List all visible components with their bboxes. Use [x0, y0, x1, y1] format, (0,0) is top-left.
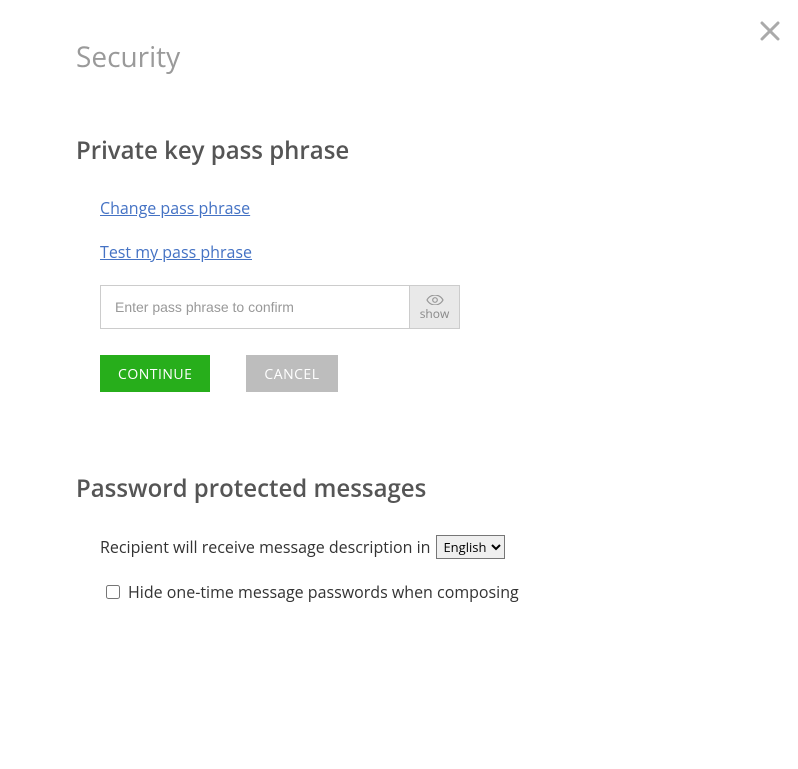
- cancel-button[interactable]: CANCEL: [246, 355, 337, 392]
- hide-passwords-checkbox[interactable]: [106, 585, 120, 599]
- language-label: Recipient will receive message descripti…: [100, 536, 430, 558]
- continue-button[interactable]: CONTINUE: [100, 355, 210, 392]
- page-title: Security: [76, 38, 705, 76]
- section-heading-passphrase: Private key pass phrase: [76, 134, 705, 167]
- close-icon[interactable]: [760, 18, 780, 44]
- section-heading-pwd-protected: Password protected messages: [76, 472, 705, 505]
- test-passphrase-link[interactable]: Test my pass phrase: [100, 241, 252, 263]
- show-toggle-label: show: [420, 307, 450, 320]
- passphrase-input[interactable]: [100, 285, 410, 329]
- hide-passwords-label: Hide one-time message passwords when com…: [128, 581, 519, 603]
- change-passphrase-link[interactable]: Change pass phrase: [100, 197, 250, 219]
- language-select[interactable]: English: [436, 535, 505, 559]
- show-password-toggle[interactable]: show: [410, 285, 460, 329]
